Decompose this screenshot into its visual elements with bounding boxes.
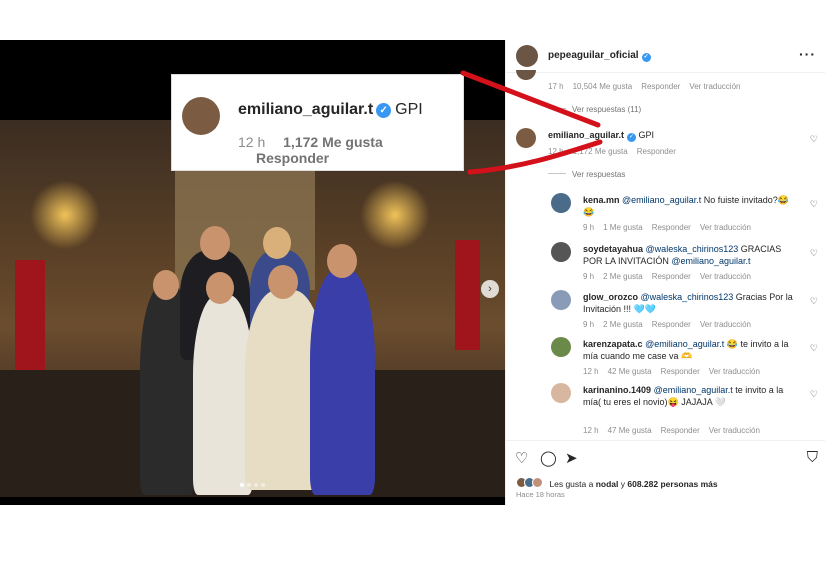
- zoomed-comment-callout: emiliano_aguilar.t ✓ GPI 12 h 1,172 Me gus…: [172, 75, 463, 170]
- person-head: [200, 226, 230, 260]
- heart-icon[interactable]: ♡: [810, 343, 818, 354]
- likes-summary[interactable]: Les gusta a nodal y 608.282 personas más: [516, 477, 718, 489]
- heart-icon[interactable]: ♡: [810, 296, 818, 307]
- reply-comment: karinanino.1409 @emiliano_aguilar.t te i…: [506, 383, 825, 435]
- reply-link[interactable]: Responder: [661, 367, 700, 376]
- reply-link[interactable]: Responder: [661, 426, 700, 435]
- callout-comment-text: GPI: [395, 101, 423, 118]
- carousel-dot: [240, 483, 244, 487]
- likes-count[interactable]: 2 Me gusta: [603, 272, 643, 281]
- view-replies-link[interactable]: Ver respuestas (11): [548, 105, 641, 114]
- callout-username: emiliano_aguilar.t ✓ GPI: [238, 101, 423, 118]
- avatar: [551, 337, 571, 357]
- red-flowers: [15, 260, 45, 380]
- heart-icon[interactable]: ♡: [810, 134, 818, 145]
- party-photo: [0, 120, 505, 497]
- heart-icon[interactable]: ♡: [810, 248, 818, 259]
- verified-icon: ✓: [641, 53, 651, 62]
- heart-icon[interactable]: ♡: [515, 449, 528, 467]
- heart-icon[interactable]: ♡: [810, 389, 818, 400]
- reply-comment: soydetayahua @waleska_chirinos123 GRACIA…: [506, 242, 825, 286]
- carousel-dot: [247, 483, 251, 487]
- comment-username[interactable]: emiliano_aguilar.t: [548, 130, 624, 140]
- person: [310, 270, 375, 495]
- reply-link[interactable]: Responder: [641, 82, 680, 91]
- person-head: [153, 270, 179, 300]
- person-head: [268, 265, 298, 299]
- view-replies-link[interactable]: Ver respuestas: [548, 170, 625, 179]
- share-icon[interactable]: ➤: [565, 449, 578, 467]
- verified-icon: ✓: [376, 103, 392, 118]
- more-horizontal-icon[interactable]: ···: [799, 46, 816, 62]
- comment: emiliano_aguilar.t ✓ GPI 12 h 1,172 Me gus…: [506, 128, 825, 158]
- post-time: Hace 18 horas: [516, 490, 565, 499]
- reply-link[interactable]: Responder: [652, 272, 691, 281]
- verified-icon: ✓: [627, 133, 637, 142]
- comment-icon[interactable]: ◯: [540, 449, 557, 467]
- translate-link[interactable]: Ver traducción: [709, 367, 760, 376]
- translate-link[interactable]: Ver traducción: [689, 82, 740, 91]
- translate-link[interactable]: Ver traducción: [709, 426, 760, 435]
- author-name[interactable]: pepeaguilar_oficial ✓: [548, 50, 651, 62]
- carousel-dot: [254, 483, 258, 487]
- callout-likes: 1,172 Me gusta: [283, 134, 383, 150]
- carousel-dots: [240, 483, 265, 487]
- avatar: [182, 97, 220, 135]
- avatar: [532, 477, 543, 488]
- callout-meta: 12 h 1,172 Me gusta Responder: [238, 134, 383, 166]
- reply-comment: kena.mn @emiliano_aguilar.t No fuiste in…: [506, 193, 825, 233]
- avatar: [551, 242, 571, 262]
- likes-count[interactable]: 10,504 Me gusta: [573, 82, 633, 91]
- reply-comment: glow_orozco @waleska_chirinos123 Gracias…: [506, 290, 825, 334]
- person-head: [263, 227, 291, 259]
- likes-count[interactable]: 1 Me gusta: [603, 223, 643, 232]
- comments-panel: pepeaguilar_oficial ✓ ··· 17 h 10,504 Me g…: [505, 40, 825, 505]
- comment-text: GPI: [638, 130, 655, 140]
- red-flowers: [455, 240, 480, 350]
- reply-link[interactable]: Responder: [637, 147, 676, 156]
- avatar: [516, 128, 536, 148]
- avatar: [551, 193, 571, 213]
- carousel-dot: [261, 483, 265, 487]
- avatar: [551, 290, 571, 310]
- likes-count[interactable]: 2 Me gusta: [603, 320, 643, 329]
- decor-light: [30, 180, 100, 250]
- likes-count[interactable]: 42 Me gusta: [608, 367, 652, 376]
- action-bar: ♡ ◯ ➤ ⛉ Les gusta a nodal y 608.282 pers…: [506, 440, 825, 506]
- avatar: [551, 383, 571, 403]
- post-header: pepeaguilar_oficial ✓ ···: [506, 40, 825, 73]
- translate-link[interactable]: Ver traducción: [700, 320, 751, 329]
- person-head: [206, 272, 234, 304]
- person: [193, 295, 253, 495]
- callout-reply: Responder: [256, 150, 330, 166]
- translate-link[interactable]: Ver traducción: [700, 223, 751, 232]
- translate-link[interactable]: Ver traducción: [700, 272, 751, 281]
- heart-icon[interactable]: ♡: [810, 199, 818, 210]
- likes-count[interactable]: 47 Me gusta: [608, 426, 652, 435]
- decor-light: [360, 180, 430, 250]
- bookmark-icon[interactable]: ⛉: [807, 449, 818, 466]
- reply-link[interactable]: Responder: [652, 320, 691, 329]
- reply-comment: karenzapata.c @emiliano_aguilar.t 😂 te i…: [506, 337, 825, 381]
- author-avatar[interactable]: [516, 45, 538, 67]
- likes-count[interactable]: 1,172 Me gusta: [573, 147, 628, 156]
- avatar: [516, 70, 536, 80]
- comment: 17 h 10,504 Me gusta Responder Ver traducci…: [506, 70, 825, 96]
- person-head: [327, 244, 357, 278]
- reply-link[interactable]: Responder: [652, 223, 691, 232]
- next-photo-button[interactable]: ›: [481, 280, 499, 298]
